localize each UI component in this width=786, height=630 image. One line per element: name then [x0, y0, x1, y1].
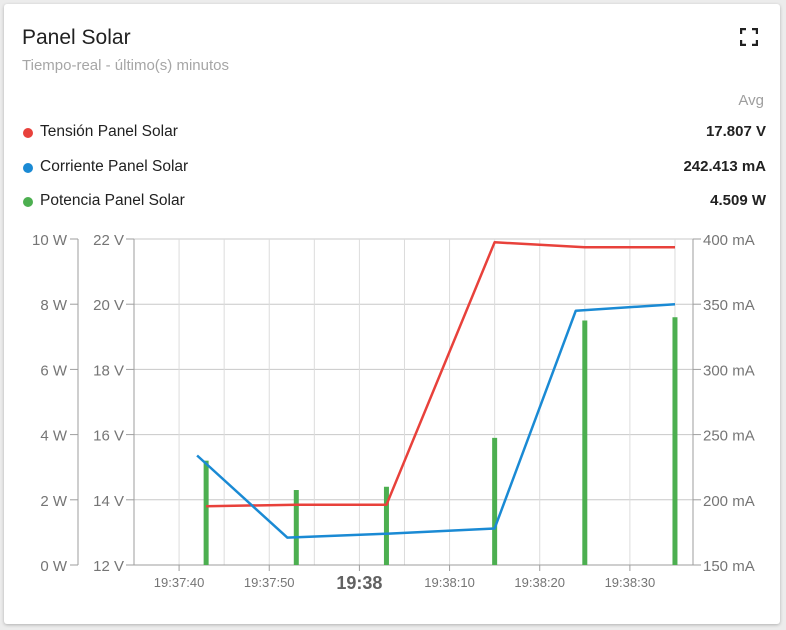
- y-tick-label-voltage: 14 V: [93, 493, 124, 510]
- x-tick-label: 19:37:50: [244, 575, 295, 590]
- y-tick-label-power: 6 W: [40, 362, 68, 379]
- power-bar: [582, 320, 588, 565]
- power-bar: [492, 437, 498, 565]
- y-tick-label-current: 300 mA: [703, 362, 755, 379]
- chart-area[interactable]: 0 W 12 V 150 mA 2 W 14 V 200 mA 4 W 16 V 250 mA 6…: [0, 0, 786, 630]
- voltage-series-line: [206, 241, 675, 508]
- y-tick-label-voltage: 12 V: [93, 558, 124, 575]
- power-bar: [203, 460, 209, 565]
- y-tick-label-voltage: 18 V: [93, 362, 124, 379]
- x-tick-label: 19:37:40: [154, 575, 205, 590]
- y-tick-label-current: 250 mA: [703, 428, 755, 445]
- y-tick-label-voltage: 16 V: [93, 428, 124, 445]
- power-bar: [293, 490, 299, 565]
- y-tick-label-power: 10 W: [32, 232, 68, 249]
- y-tick-label-current: 350 mA: [703, 297, 755, 314]
- y-tick-label-voltage: 22 V: [93, 232, 124, 249]
- y-tick-label-voltage: 20 V: [93, 297, 124, 314]
- x-tick-label: 19:38:30: [605, 575, 656, 590]
- y-tick-label-current: 200 mA: [703, 493, 755, 510]
- y-tick-label-power: 2 W: [40, 493, 68, 510]
- y-tick-label-current: 400 mA: [703, 232, 755, 249]
- x-tick-label: 19:38:10: [424, 575, 475, 590]
- y-tick-label-power: 8 W: [40, 297, 68, 314]
- x-tick-label: 19:38:20: [514, 575, 565, 590]
- x-tick-label: 19:38: [336, 573, 382, 593]
- y-tick-label-power: 0 W: [40, 558, 68, 575]
- power-bar: [672, 317, 678, 565]
- y-tick-label-current: 150 mA: [703, 558, 755, 575]
- y-tick-label-power: 4 W: [40, 428, 68, 445]
